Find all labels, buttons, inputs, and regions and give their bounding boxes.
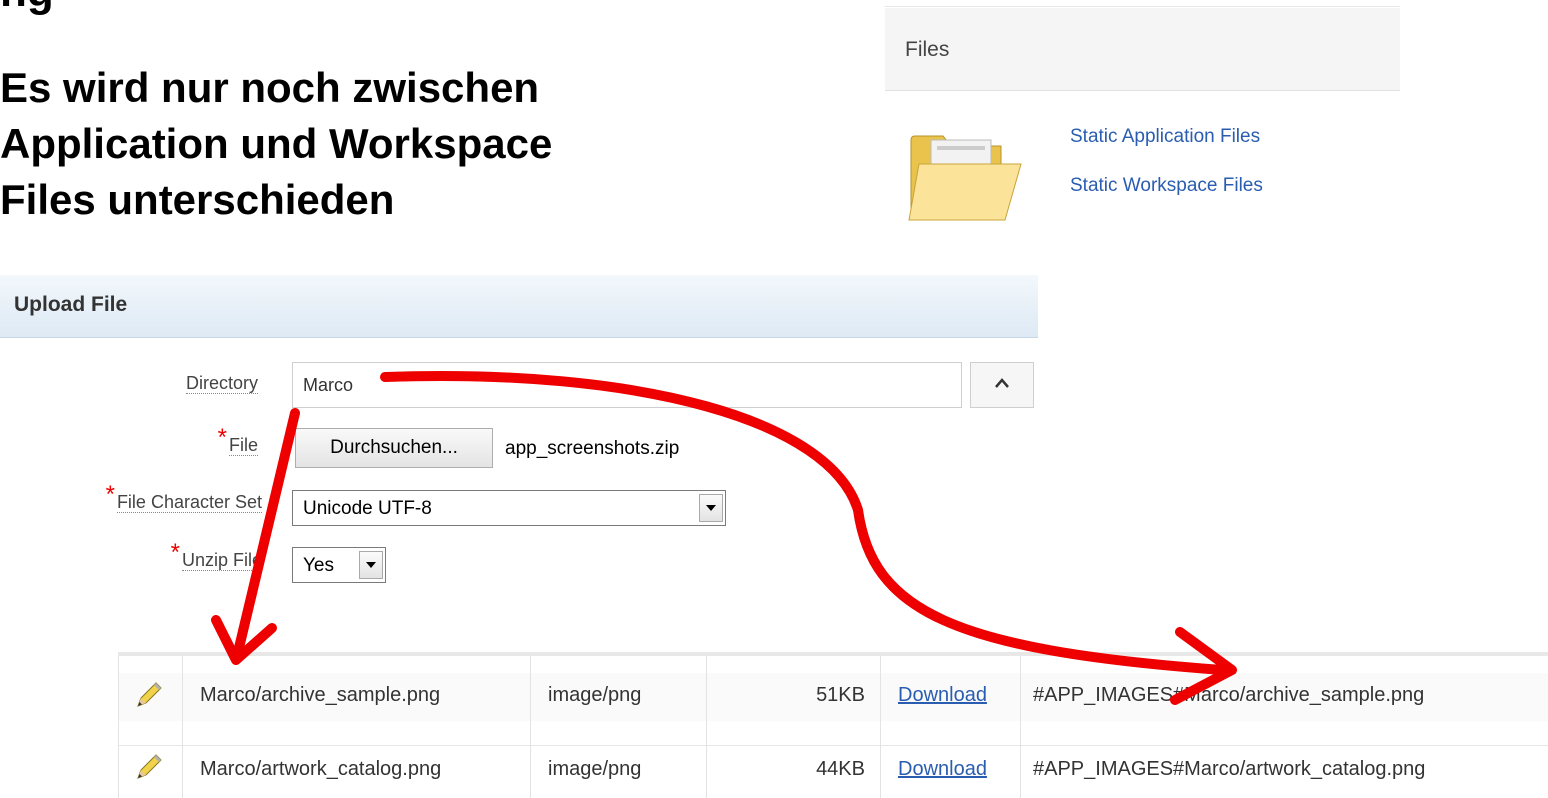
dropdown-arrow-icon[interactable] (359, 551, 383, 579)
required-indicator: * (217, 424, 227, 451)
unzip-file-label: * Unzip File (171, 539, 262, 573)
table-column-divider (880, 656, 881, 798)
dropdown-arrow-icon[interactable] (699, 494, 723, 522)
file-label: * File (218, 424, 258, 458)
unzip-file-label-text: Unzip File (181, 550, 262, 571)
table-column-divider (706, 656, 707, 798)
divider (885, 6, 1400, 7)
unzip-file-value: Yes (303, 555, 334, 576)
file-character-set-label-text: File Character Set (116, 492, 262, 513)
table-column-divider (182, 656, 183, 798)
mime-type-cell: image/png (548, 758, 642, 780)
selected-file-name: app_screenshots.zip (505, 438, 680, 459)
table-column-divider (530, 656, 531, 798)
slide-body-text: Es wird nur noch zwischen Application un… (0, 60, 552, 228)
static-application-files-link[interactable]: Static Application Files (1070, 126, 1260, 148)
files-panel: Files Static Application Files Static Wo… (885, 0, 1400, 240)
browse-button[interactable]: Durchsuchen... (295, 428, 493, 468)
pencil-edit-icon[interactable] (134, 752, 164, 782)
required-indicator: * (105, 481, 115, 508)
download-link[interactable]: Download (898, 758, 987, 781)
reference-cell: #APP_IMAGES#Marco/artwork_catalog.png (1033, 758, 1426, 780)
slide-title-fragment: ng (0, 0, 54, 14)
slide-text-line: Files unterschieden (0, 176, 395, 223)
reference-cell: #APP_IMAGES#Marco/archive_sample.png (1033, 684, 1425, 706)
table-column-divider (1020, 656, 1021, 798)
file-character-set-select[interactable]: Unicode UTF-8 (292, 490, 726, 526)
table-column-divider (118, 656, 119, 798)
directory-label-text: Directory (185, 373, 258, 394)
directory-input[interactable]: Marco (292, 362, 962, 408)
folder-icon (908, 135, 1022, 221)
file-label-text: File (228, 435, 258, 456)
file-name-cell: Marco/artwork_catalog.png (200, 758, 442, 780)
upload-file-header: Upload File (0, 275, 1038, 338)
table-header-line (118, 652, 1548, 656)
file-name-cell: Marco/archive_sample.png (200, 684, 441, 706)
file-character-set-label: * File Character Set (106, 481, 262, 515)
chevron-up-icon (995, 378, 1009, 388)
upload-file-title: Upload File (14, 293, 128, 316)
files-panel-header: Files (885, 8, 1400, 91)
mime-type-cell: image/png (548, 684, 642, 706)
required-indicator: * (170, 539, 180, 566)
unzip-file-select[interactable]: Yes (292, 547, 386, 583)
directory-label: Directory (185, 373, 258, 394)
file-size-cell: 51KB (816, 684, 865, 706)
directory-picker-button[interactable] (970, 362, 1034, 408)
file-size-cell: 44KB (816, 758, 865, 780)
file-character-set-value: Unicode UTF-8 (303, 498, 432, 519)
slide-text-line: Application und Workspace (0, 120, 553, 167)
files-panel-title: Files (905, 38, 950, 61)
slide-text-line: Es wird nur noch zwischen (0, 64, 540, 111)
download-link[interactable]: Download (898, 684, 987, 707)
static-workspace-files-link[interactable]: Static Workspace Files (1070, 175, 1263, 197)
pencil-edit-icon[interactable] (134, 680, 164, 710)
